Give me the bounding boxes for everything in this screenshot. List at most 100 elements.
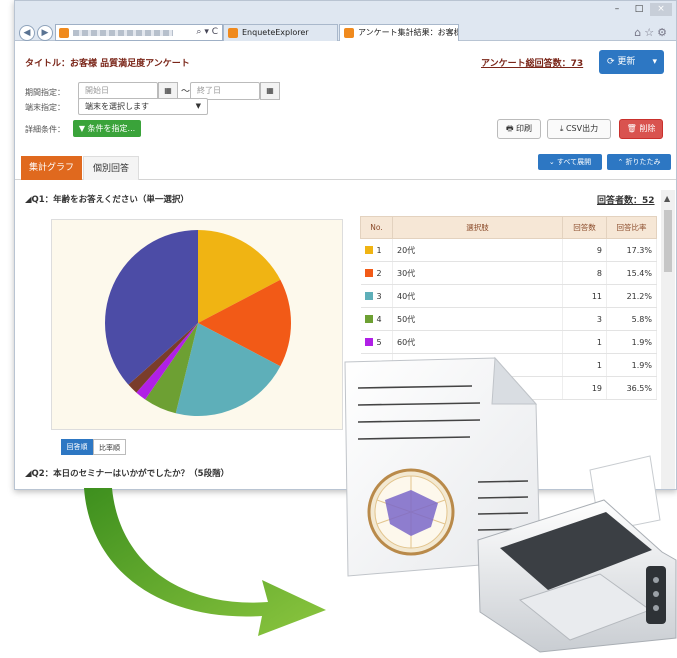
row-number: 5 bbox=[360, 330, 393, 354]
row-number: 2 bbox=[360, 261, 393, 285]
scroll-up-icon[interactable]: ▲ bbox=[664, 194, 670, 203]
browser-toolbar-icons[interactable]: ⌂☆⚙ bbox=[634, 26, 670, 39]
col-count: 回答数 bbox=[562, 216, 607, 239]
answer-count: 19 bbox=[562, 376, 607, 400]
tab-close-icon[interactable]: × bbox=[447, 25, 454, 40]
chevron-down-icon[interactable]: ▾ bbox=[652, 50, 657, 74]
chevrons-up-icon: ⌃ bbox=[617, 158, 626, 166]
green-arrow-icon bbox=[84, 488, 326, 636]
print-label: 印刷 bbox=[516, 124, 533, 133]
legend-swatch bbox=[364, 360, 373, 369]
table-row[interactable]: 6 70代以上 1 1.9% bbox=[360, 353, 657, 377]
tab-favicon-icon bbox=[344, 28, 354, 38]
total-responses-link[interactable]: アンケート総回答数：73 bbox=[481, 56, 583, 69]
answer-ratio: 1.9% bbox=[606, 330, 657, 354]
tab-label: アンケート集計結果：お客様 ... bbox=[358, 28, 459, 37]
answer-count: 1 bbox=[562, 353, 607, 377]
delete-button[interactable]: 🗑 削除 bbox=[619, 119, 663, 139]
tab-summary-graph[interactable]: 集計グラフ bbox=[21, 156, 82, 180]
collapse-label: 折りたたみ bbox=[625, 158, 661, 166]
choice-label: 20代 bbox=[392, 238, 563, 262]
device-select-value: 端末を選択します bbox=[85, 102, 149, 111]
choice-label: 30代 bbox=[392, 261, 563, 285]
close-window-button[interactable]: × bbox=[650, 3, 672, 16]
table-header-row: No. 選択肢 回答数 回答比率 bbox=[360, 216, 657, 239]
legend-swatch bbox=[364, 314, 373, 323]
legend-swatch bbox=[364, 268, 373, 277]
question-2-title[interactable]: ◢Q2：本日のセミナーはいかがでしたか？（5段階） bbox=[25, 467, 229, 479]
filter-icon: ▼ bbox=[78, 124, 88, 133]
condition-button-label: 条件を指定... bbox=[87, 124, 136, 133]
answer-count: 1 bbox=[562, 330, 607, 354]
choice-label: 40代 bbox=[392, 284, 563, 308]
trash-icon: 🗑 bbox=[626, 124, 640, 133]
answer-count: 11 bbox=[562, 284, 607, 308]
table-row[interactable]: 4 50代 3 5.8% bbox=[360, 307, 657, 331]
choice-label: 70代以上 bbox=[392, 353, 563, 377]
table-row[interactable]: 1 20代 9 17.3% bbox=[360, 238, 657, 262]
answer-ratio: 15.4% bbox=[606, 261, 657, 285]
answer-ratio: 21.2% bbox=[606, 284, 657, 308]
refresh-button[interactable]: ⟳ 更新 ▾ bbox=[599, 50, 664, 74]
range-tilde: 〜 bbox=[181, 87, 191, 97]
back-button[interactable]: ◀ bbox=[19, 25, 35, 41]
answer-ratio: 1.9% bbox=[606, 353, 657, 377]
browser-tab-enquete-explorer[interactable]: EnqueteExplorer bbox=[223, 24, 338, 41]
collapse-button[interactable]: ⌃ 折りたたみ bbox=[607, 154, 671, 170]
table-row[interactable]: 5 60代 1 1.9% bbox=[360, 330, 657, 354]
answer-count: 8 bbox=[562, 261, 607, 285]
calendar-icon[interactable]: ▦ bbox=[260, 82, 280, 100]
refresh-icon: ⟳ bbox=[607, 57, 618, 67]
print-button[interactable]: 🖶 印刷 bbox=[497, 119, 541, 139]
tab-favicon-icon bbox=[228, 28, 238, 38]
condition-button[interactable]: ▼ 条件を指定... bbox=[73, 120, 141, 137]
page-title: タイトル：お客様 品質満足度アンケート bbox=[25, 59, 190, 69]
expand-all-label: すべて展開 bbox=[556, 158, 592, 166]
browser-chrome: – □ × ◀ ▶ ⌕ ▾ C EnqueteExplorer アンケート集計結… bbox=[15, 1, 676, 41]
table-row[interactable]: 3 40代 11 21.2% bbox=[360, 284, 657, 308]
row-number: 7 bbox=[360, 376, 393, 400]
tab-individual-answers[interactable]: 個別回答 bbox=[83, 156, 139, 180]
row-number: 6 bbox=[360, 353, 393, 377]
sort-by-ratio-button[interactable]: 比率順 bbox=[93, 439, 126, 455]
choice-label: 60代 bbox=[392, 330, 563, 354]
csv-export-button[interactable]: ⤓ CSV出力 bbox=[547, 119, 611, 139]
legend-swatch bbox=[364, 245, 373, 254]
minimize-button[interactable]: – bbox=[606, 3, 628, 16]
address-bar[interactable]: ⌕ ▾ C bbox=[55, 24, 223, 41]
respondent-count[interactable]: 回答者数：52 bbox=[597, 193, 655, 206]
answer-count: 3 bbox=[562, 307, 607, 331]
expand-all-button[interactable]: ⌄ すべて展開 bbox=[538, 154, 602, 170]
question-1-title[interactable]: ◢Q1：年齢をお答えください（単一選択） bbox=[25, 193, 189, 205]
col-ratio: 回答比率 bbox=[606, 216, 657, 239]
answer-ratio: 17.3% bbox=[606, 238, 657, 262]
device-select[interactable]: 端末を選択します ▼ bbox=[78, 98, 208, 115]
sort-by-count-button[interactable]: 回答順 bbox=[61, 439, 93, 455]
browser-tab-results[interactable]: アンケート集計結果：お客様 ... × bbox=[339, 24, 459, 41]
chevron-down-icon: ▼ bbox=[195, 102, 201, 110]
pie-chart bbox=[104, 230, 291, 416]
answer-ratio: 36.5% bbox=[606, 376, 657, 400]
row-number: 3 bbox=[360, 284, 393, 308]
address-tools[interactable]: ⌕ ▾ C bbox=[196, 27, 218, 37]
tab-label: EnqueteExplorer bbox=[242, 28, 309, 37]
choice-label bbox=[392, 376, 563, 400]
chevrons-down-icon: ⌄ bbox=[548, 158, 557, 166]
browser-window: – □ × ◀ ▶ ⌕ ▾ C EnqueteExplorer アンケート集計結… bbox=[14, 0, 677, 490]
table-row[interactable]: 2 30代 8 15.4% bbox=[360, 261, 657, 285]
scrollbar-thumb[interactable] bbox=[664, 210, 672, 272]
refresh-label: 更新 bbox=[617, 57, 636, 67]
answer-ratio: 5.8% bbox=[606, 307, 657, 331]
window-controls: – □ × bbox=[606, 3, 672, 16]
row-number: 4 bbox=[360, 307, 393, 331]
row-number: 1 bbox=[360, 238, 393, 262]
detail-label: 詳細条件： bbox=[25, 125, 65, 134]
legend-swatch bbox=[364, 383, 373, 392]
csv-label: CSV出力 bbox=[565, 124, 599, 133]
address-url-blurred bbox=[73, 30, 173, 36]
printer-icon: 🖶 bbox=[505, 124, 517, 133]
forward-button[interactable]: ▶ bbox=[37, 25, 53, 41]
maximize-button[interactable]: □ bbox=[628, 3, 650, 16]
scrollbar[interactable]: ▲ bbox=[661, 190, 675, 489]
table-row[interactable]: 7 19 36.5% bbox=[360, 376, 657, 400]
